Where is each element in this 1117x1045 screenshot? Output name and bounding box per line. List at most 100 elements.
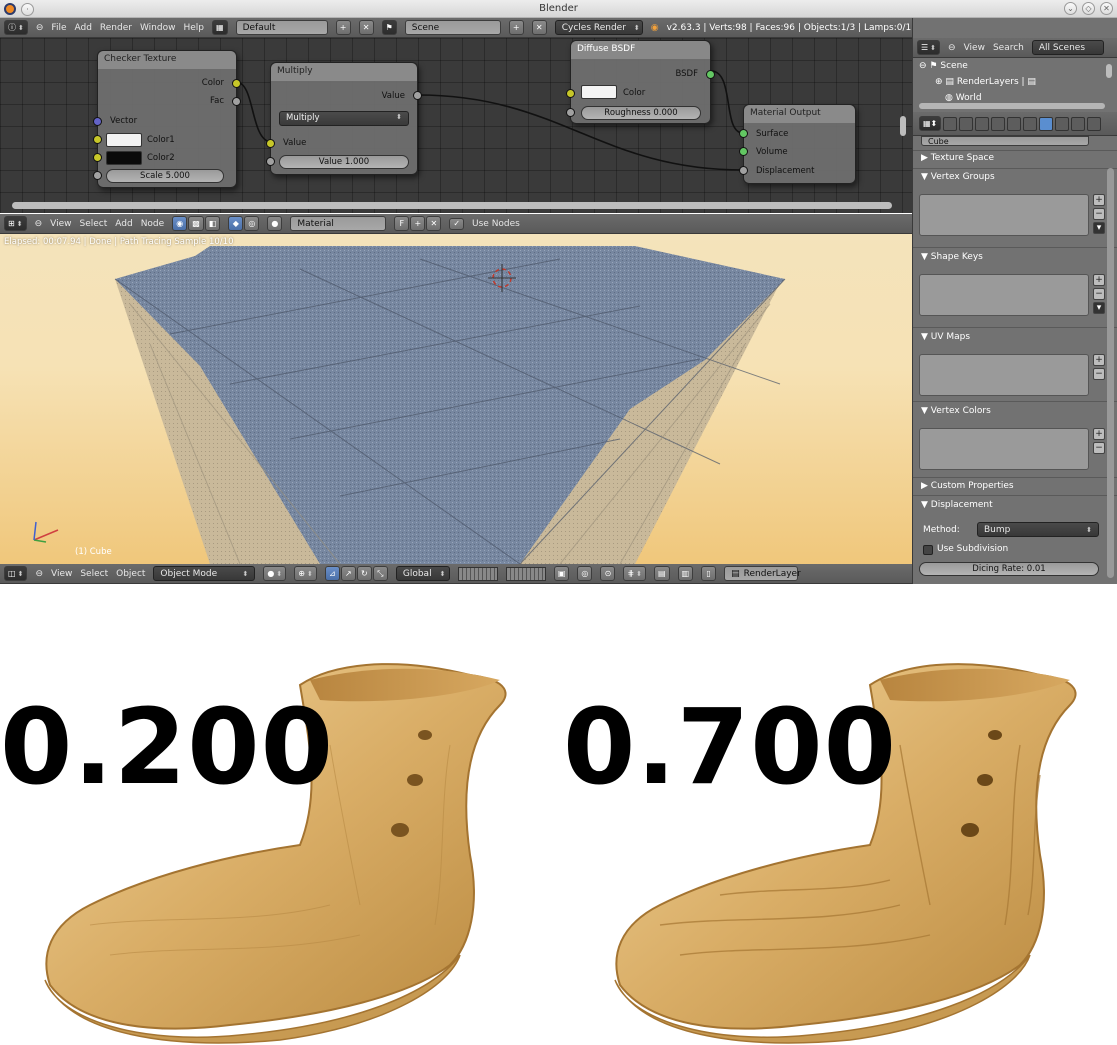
node-editor[interactable]: Checker Texture Color Fac Vector Color1 … (0, 38, 912, 213)
add-layout-icon[interactable]: + (335, 20, 351, 35)
vertex-colors-list[interactable] (919, 428, 1089, 470)
close-icon[interactable]: ✕ (1100, 2, 1113, 15)
editor-type-properties-button[interactable]: ▦⬍ (919, 116, 942, 131)
use-subdivision-checkbox[interactable] (923, 545, 933, 555)
collapse-menu-icon[interactable]: ⊖ (35, 219, 43, 229)
scene-icon[interactable]: ⚑ (381, 20, 397, 35)
panel-header-texture-space[interactable]: ▶ Texture Space (921, 153, 994, 163)
menu-select[interactable]: Select (80, 569, 108, 579)
socket-value-in-1[interactable] (266, 139, 275, 148)
remove-shape-key-button[interactable]: − (1093, 288, 1105, 300)
material-tab-icon[interactable] (1055, 116, 1070, 131)
node-diffuse-bsdf[interactable]: Diffuse BSDF BSDF Color Roughness 0.000 (566, 40, 715, 124)
opengl-render-icon[interactable]: ▤ (654, 566, 670, 581)
roughness-field[interactable]: Roughness 0.000 (581, 106, 701, 120)
expand-icon[interactable]: ⊖ (919, 61, 927, 71)
socket-scale-in[interactable] (93, 171, 102, 180)
menu-render[interactable]: Render (100, 23, 132, 33)
socket-color2-in[interactable] (93, 153, 102, 162)
collapse-menu-icon[interactable]: ⊖ (948, 43, 956, 53)
socket-roughness-in[interactable] (566, 108, 575, 117)
socket-fac-out[interactable] (232, 97, 241, 106)
collapse-menu-icon[interactable]: ⊖ (35, 569, 43, 579)
socket-color1-in[interactable] (93, 135, 102, 144)
vertex-groups-list[interactable] (919, 194, 1089, 236)
socket-value-in-2[interactable] (266, 157, 275, 166)
shape-keys-list[interactable] (919, 274, 1089, 316)
node-material-output[interactable]: Material Output Surface Volume Displacem… (739, 104, 856, 184)
opengl-anim-icon[interactable]: ▥ (677, 566, 694, 581)
add-scene-icon[interactable]: + (508, 20, 524, 35)
value-field[interactable]: Value 1.000 (279, 155, 409, 169)
node-editor-vertical-scrollbar[interactable] (900, 116, 906, 136)
layer-buttons-1[interactable] (457, 566, 498, 581)
node-editor-horizontal-scrollbar[interactable] (12, 202, 892, 209)
3d-viewport[interactable]: Elapsed: 00:07.94 | Done | Path Tracing … (0, 234, 912, 564)
scene-field[interactable]: Scene (404, 20, 501, 35)
node-multiply[interactable]: Multiply Value Multiply ⬍ Value Value 1.0… (266, 62, 422, 175)
minimize-icon[interactable]: ⌄ (1064, 2, 1077, 15)
socket-volume-in[interactable] (739, 147, 748, 156)
collapse-menu-icon[interactable]: ⊖ (36, 23, 44, 33)
panel-header-displacement[interactable]: ▼ Displacement (921, 500, 993, 510)
render-layer-toggle-icon[interactable]: ▯ (701, 566, 717, 581)
screen-layout-icon[interactable]: ▦ (212, 20, 228, 35)
panel-header-vertex-groups[interactable]: ▼ Vertex Groups (921, 172, 995, 182)
editor-type-info-button[interactable]: ⓘ ⬍ (4, 20, 28, 35)
texture-nodes-icon[interactable]: ◧ (204, 216, 221, 231)
vertex-group-specials-button[interactable]: ▾ (1093, 222, 1105, 234)
menu-view[interactable]: View (50, 219, 71, 229)
color2-swatch[interactable] (106, 151, 142, 165)
remove-uv-map-button[interactable]: − (1093, 368, 1105, 380)
shape-key-specials-button[interactable]: ▾ (1093, 302, 1105, 314)
outliner-vertical-scrollbar[interactable] (1106, 64, 1112, 78)
outliner-item-renderlayers[interactable]: ⊕ ▤ RenderLayers | ▤ (919, 74, 1109, 90)
menu-node[interactable]: Node (141, 219, 165, 229)
modifiers-tab-icon[interactable] (1023, 116, 1038, 131)
proportional-edit-icon[interactable]: ◎ (577, 566, 593, 581)
panel-header-uv-maps[interactable]: ▼ UV Maps (921, 332, 970, 342)
operation-dropdown[interactable]: Multiply ⬍ (279, 111, 409, 126)
socket-displacement-in[interactable] (739, 166, 748, 175)
shader-nodes-icon[interactable]: ◉ (172, 216, 188, 231)
menu-add[interactable]: Add (115, 219, 132, 229)
dicing-rate-field[interactable]: Dicing Rate: 0.01 (919, 562, 1099, 576)
maximize-icon[interactable]: ◇ (1082, 2, 1095, 15)
menu-file[interactable]: File (51, 23, 66, 33)
render-layer-field[interactable]: ▤ RenderLayer (724, 566, 801, 581)
outliner-scrollbar[interactable] (919, 103, 1105, 109)
panel-header-vertex-colors[interactable]: ▼ Vertex Colors (921, 406, 991, 416)
add-vertex-color-button[interactable]: + (1093, 428, 1105, 440)
render-engine-dropdown[interactable]: Cycles Render ⬍ (554, 20, 643, 35)
object-nodes-icon[interactable]: ◆ (228, 216, 244, 231)
menu-view[interactable]: View (964, 43, 985, 53)
object-tab-icon[interactable] (991, 116, 1006, 131)
add-shape-key-button[interactable]: + (1093, 274, 1105, 286)
properties-scrollbar[interactable] (1107, 168, 1114, 578)
menu-window[interactable]: Window (140, 23, 176, 33)
editor-type-3d-view-button[interactable]: ◫ ⬍ (4, 566, 28, 581)
translate-manipulator-icon[interactable]: ↗ (340, 566, 356, 581)
mode-dropdown[interactable]: Object Mode ⬍ (153, 566, 256, 581)
material-browse-icon[interactable]: ● (267, 216, 283, 231)
outliner-filter-dropdown[interactable]: All Scenes (1031, 40, 1104, 55)
remove-vertex-color-button[interactable]: − (1093, 442, 1105, 454)
layout-field[interactable]: Default (235, 20, 328, 35)
menu-search[interactable]: Search (993, 43, 1024, 53)
texture-tab-icon[interactable] (1071, 116, 1086, 131)
color1-swatch[interactable] (106, 133, 142, 147)
remove-material-icon[interactable]: ✕ (426, 216, 442, 231)
scene-tab-icon[interactable] (959, 116, 974, 131)
material-field[interactable]: Material (290, 216, 387, 231)
data-tab-icon[interactable] (1039, 116, 1054, 131)
orientation-dropdown[interactable]: Global ⬍ (395, 566, 450, 581)
socket-color-in[interactable] (566, 89, 575, 98)
editor-type-outliner-button[interactable]: ☰ ⬍ (917, 40, 941, 55)
diffuse-color-swatch[interactable] (581, 85, 617, 99)
socket-value-out[interactable] (413, 91, 422, 100)
use-nodes-checkbox[interactable]: ✓ (449, 217, 465, 230)
remove-vertex-group-button[interactable]: − (1093, 208, 1105, 220)
constraints-tab-icon[interactable] (1007, 116, 1022, 131)
fake-user-button[interactable]: F (394, 216, 410, 231)
node-checker-texture[interactable]: Checker Texture Color Fac Vector Color1 … (93, 50, 241, 188)
